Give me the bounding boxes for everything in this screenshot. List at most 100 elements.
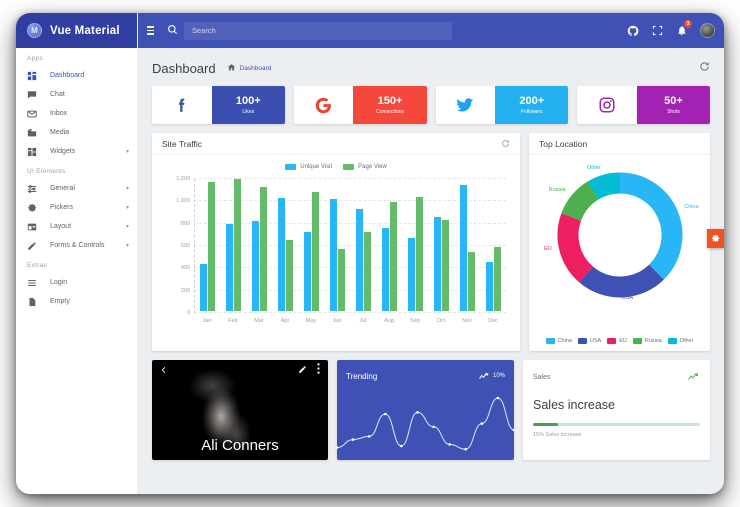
social-card-instagram[interactable]: 50+ Shots (577, 86, 710, 124)
search-box[interactable] (184, 21, 452, 40)
chart-bar[interactable] (199, 264, 207, 311)
sidebar-item-chat[interactable]: Chat (16, 85, 137, 104)
chart-bar[interactable] (485, 262, 493, 311)
chart-bar[interactable] (259, 187, 267, 311)
bar-group[interactable] (454, 179, 480, 313)
chart-bar[interactable] (225, 223, 233, 311)
widgets-icon (27, 147, 41, 157)
chart-bar[interactable] (407, 237, 415, 311)
breadcrumb-link-dashboard[interactable]: Dashboard (240, 65, 272, 72)
chart-bar[interactable] (355, 209, 363, 311)
donut-legend-item[interactable]: China (545, 338, 572, 344)
trend-point (351, 438, 355, 441)
sales-caption: 15% Sales increase (533, 432, 582, 438)
bar-group[interactable] (376, 179, 402, 313)
bar-group[interactable] (428, 179, 454, 313)
refresh-icon[interactable] (501, 135, 510, 153)
bar-group[interactable] (324, 179, 350, 313)
social-value: 200+ (519, 95, 545, 108)
bar-group[interactable] (298, 179, 324, 313)
bar-group[interactable] (272, 179, 298, 313)
sidebar-item-layout[interactable]: Layout ▾ (16, 217, 137, 236)
chart-x-tick: Jun (332, 318, 342, 324)
legend-label: USA (589, 338, 602, 344)
chart-bar[interactable] (251, 220, 259, 311)
chart-bar[interactable] (459, 184, 467, 311)
hamburger-icon[interactable] (147, 24, 161, 38)
sales-progress-bar (533, 423, 700, 426)
chart-bar[interactable] (207, 181, 215, 311)
sidebar-item-pickers[interactable]: Pickers ▾ (16, 198, 137, 217)
sales-card: Sales Sales increase 15% Sales increase (523, 360, 710, 460)
bar-group[interactable] (246, 179, 272, 313)
trend-point (464, 447, 468, 451)
chart-bar[interactable] (433, 217, 441, 311)
chart-bar[interactable] (311, 191, 319, 311)
instagram-icon (577, 86, 637, 124)
legend-label: China (557, 338, 572, 344)
search-icon[interactable] (167, 22, 178, 40)
donut-legend-item[interactable]: EU (607, 338, 627, 344)
more-vertical-icon[interactable] (317, 361, 320, 379)
donut-legend-item[interactable]: Other (667, 338, 694, 344)
chart-bar[interactable] (441, 219, 449, 311)
chart-bar[interactable] (467, 252, 475, 311)
sidebar-item-inbox[interactable]: Inbox (16, 104, 137, 123)
brand-header[interactable]: M Vue Material (16, 13, 137, 48)
sidebar-item-login[interactable]: Login (16, 273, 137, 292)
card-title: Top Location (539, 138, 588, 149)
top-location-card: Top Location China USA EU Russia Other China… (529, 133, 710, 351)
chart-bar[interactable] (233, 179, 241, 311)
fullscreen-icon[interactable] (652, 25, 663, 36)
legend-item-unique-visit[interactable]: Unique Visit (285, 164, 332, 170)
chart-bar[interactable] (285, 239, 293, 311)
bar-group[interactable] (402, 179, 428, 313)
chevron-left-icon[interactable] (160, 361, 168, 379)
sidebar-item-dashboard[interactable]: Dashboard (16, 66, 137, 85)
social-label: Likes (242, 108, 255, 115)
social-card-facebook[interactable]: 100+ Likes (152, 86, 285, 124)
chart-bar[interactable] (363, 232, 371, 311)
chart-bar[interactable] (277, 198, 285, 311)
chart-x-tick: Jan (202, 318, 212, 324)
chart-x-tick: Oct (436, 318, 446, 324)
pencil-icon[interactable] (298, 361, 307, 379)
social-stats-row: 100+ Likes 150+ Connections 200+ Followe… (138, 86, 724, 124)
bar-group[interactable] (480, 179, 506, 313)
donut-legend-item[interactable]: USA (577, 338, 602, 344)
sidebar-item-empty[interactable]: Empty (16, 292, 137, 311)
legend-item-page-view[interactable]: Page View (343, 164, 387, 170)
chart-bar[interactable] (415, 197, 423, 311)
chart-bar[interactable] (381, 228, 389, 311)
trending-card: Trending 10% (337, 360, 514, 460)
social-card-twitter[interactable]: 200+ Followers (435, 86, 569, 124)
chart-bar[interactable] (303, 232, 311, 311)
chart-bar[interactable] (389, 201, 397, 311)
search-input[interactable] (184, 21, 452, 40)
chart-bar[interactable] (329, 199, 337, 311)
refresh-icon[interactable] (699, 59, 710, 77)
github-icon[interactable] (627, 25, 639, 37)
social-label: Followers (521, 108, 543, 115)
social-card-google[interactable]: 150+ Connections (293, 86, 427, 124)
chart-x-tick: Sep (410, 318, 420, 324)
bar-group[interactable] (220, 179, 246, 313)
chevron-down-icon: ▾ (125, 185, 129, 192)
sidebar-item-general[interactable]: General ▾ (16, 179, 137, 198)
bar-group[interactable] (350, 179, 376, 313)
settings-panel-toggle[interactable] (707, 229, 724, 248)
legend-swatch (632, 338, 642, 344)
chart-bar[interactable] (337, 249, 345, 311)
bell-icon[interactable]: 3 (676, 20, 692, 36)
legend-label: Other (679, 338, 694, 344)
chart-bar[interactable] (493, 246, 501, 311)
chat-icon (27, 90, 41, 100)
bar-group[interactable] (194, 179, 220, 313)
sidebar-item-media[interactable]: Media (16, 123, 137, 142)
avatar[interactable] (700, 23, 715, 38)
home-icon[interactable] (227, 59, 236, 77)
chart-x-tick: Nov (462, 318, 472, 324)
donut-legend-item[interactable]: Russia (632, 338, 662, 344)
sidebar-item-widgets[interactable]: Widgets ▾ (16, 142, 137, 161)
sidebar-item-forms-controls[interactable]: Forms & Controls ▾ (16, 236, 137, 255)
